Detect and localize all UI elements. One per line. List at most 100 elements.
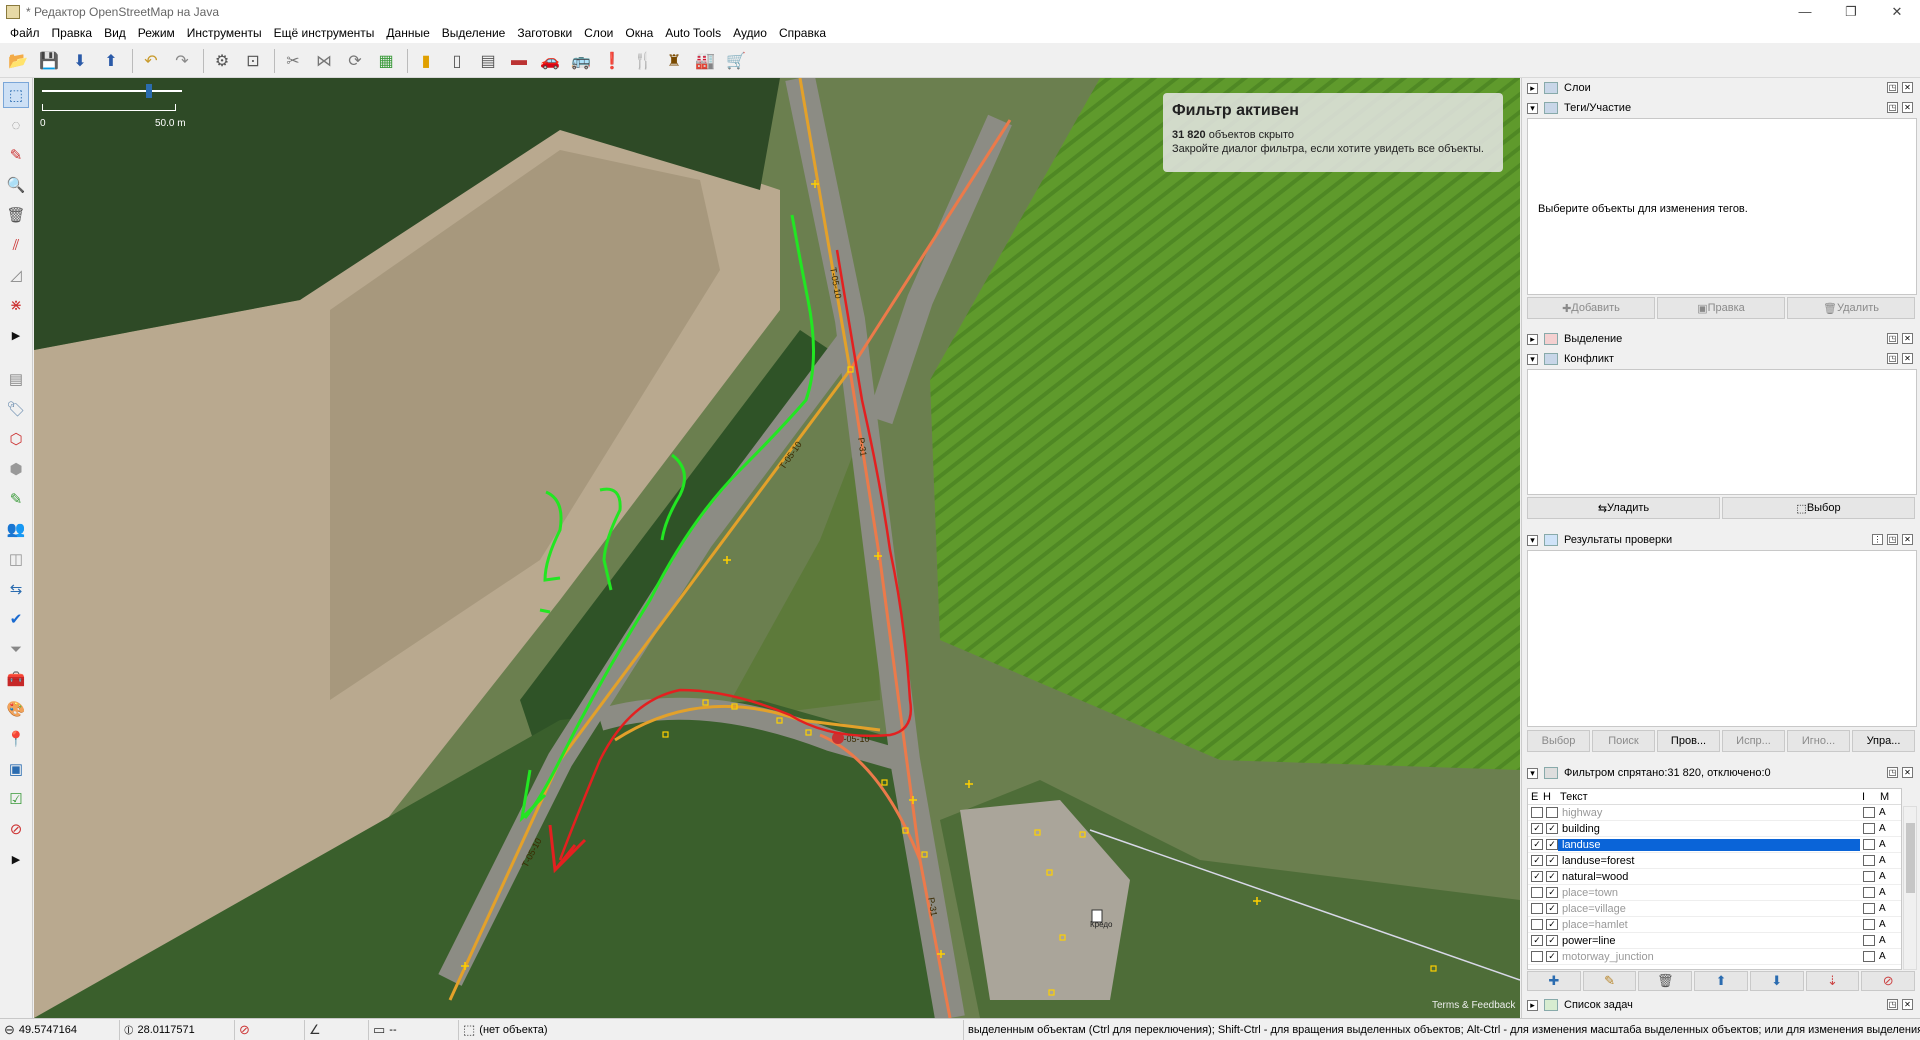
close-panel-icon[interactable]: ✕	[1902, 534, 1913, 545]
filter-toggle-icon[interactable]: ⏷	[3, 636, 29, 662]
close-panel-icon[interactable]: ✕	[1902, 102, 1913, 113]
menu-edit[interactable]: Правка	[46, 26, 99, 40]
layers-panel-header[interactable]: ▸ Слои ◳ ✕	[1527, 79, 1917, 97]
authors-toggle-icon[interactable]: 👥	[3, 516, 29, 542]
expand-icon[interactable]: ▸	[1527, 82, 1538, 94]
map-canvas[interactable]: Т-05-10 Т-05-10 Р-31 Т-05-10 Р-31 Т-05-1…	[34, 78, 1520, 1018]
draw-mode-icon[interactable]: ✎	[3, 142, 29, 168]
terms-link[interactable]: Terms & Feedback	[1432, 1000, 1515, 1011]
clear-filter-icon[interactable]: ⊘	[1861, 971, 1916, 991]
filter-inverted-checkbox[interactable]	[1863, 919, 1875, 930]
filter-row[interactable]: ✓ place=village A	[1528, 901, 1901, 917]
split-way-icon[interactable]: ✂	[279, 47, 307, 75]
filter-row[interactable]: highway A	[1528, 805, 1901, 821]
menu-windows[interactable]: Окна	[619, 26, 659, 40]
close-panel-icon[interactable]: ✕	[1902, 353, 1913, 364]
delete-tag-button[interactable]: 🗑 Удалить	[1787, 297, 1915, 319]
maximize-button[interactable]: ❐	[1828, 0, 1874, 23]
preset-road-icon[interactable]: ▮	[412, 47, 440, 75]
upload-icon[interactable]: ⬆	[97, 47, 125, 75]
filter-hidden-checkbox[interactable]: ✓	[1546, 951, 1558, 962]
preset-shop-icon[interactable]: 🛒	[722, 47, 750, 75]
filter-enabled-checkbox[interactable]	[1531, 903, 1543, 914]
validation-search-button[interactable]: Поиск	[1592, 730, 1655, 752]
filter-enabled-checkbox[interactable]: ✓	[1531, 855, 1543, 866]
collapse-icon[interactable]: ▾	[1527, 534, 1538, 546]
preset-factory-icon[interactable]: 🏭	[691, 47, 719, 75]
redo-icon[interactable]: ↷	[168, 47, 196, 75]
filter-inverted-checkbox[interactable]	[1863, 871, 1875, 882]
menu-auto-tools[interactable]: Auto Tools	[659, 26, 727, 40]
close-panel-icon[interactable]: ✕	[1902, 767, 1913, 778]
preset-bus-icon[interactable]: 🚌	[567, 47, 595, 75]
preset-wall-icon[interactable]: ▬	[505, 47, 533, 75]
preset-track-icon[interactable]: ▯	[443, 47, 471, 75]
detach-icon[interactable]: ◳	[1887, 333, 1898, 344]
detach-icon[interactable]: ◳	[1887, 102, 1898, 113]
close-button[interactable]: ✕	[1874, 0, 1920, 23]
filter-inverted-checkbox[interactable]	[1863, 935, 1875, 946]
menu-file[interactable]: Файл	[4, 26, 46, 40]
expand-tools-icon[interactable]: ▶	[3, 322, 29, 348]
menu-more-tools[interactable]: Ещё инструменты	[268, 26, 381, 40]
speed-toggle-icon[interactable]: ⊘	[3, 816, 29, 842]
close-panel-icon[interactable]: ✕	[1902, 82, 1913, 93]
filter-inverted-checkbox[interactable]	[1863, 807, 1875, 818]
tags-panel-header[interactable]: ▾ Теги/Участие ◳ ✕	[1527, 99, 1917, 117]
filter-row[interactable]: ✓ place=hamlet A	[1528, 917, 1901, 933]
minimize-button[interactable]: —	[1782, 0, 1828, 23]
todo-toggle-icon[interactable]: ☑	[3, 786, 29, 812]
validation-toggle-icon[interactable]: ✔	[3, 606, 29, 632]
layers-toggle-icon[interactable]: ▤	[3, 366, 29, 392]
validation-manage-button[interactable]: Упра...	[1852, 730, 1915, 752]
filter-enabled-checkbox[interactable]	[1531, 919, 1543, 930]
delete-mode-icon[interactable]: 🗑	[3, 202, 29, 228]
preset-traffic-icon[interactable]: ▤	[474, 47, 502, 75]
filter-hidden-checkbox[interactable]	[1546, 807, 1558, 818]
close-panel-icon[interactable]: ✕	[1902, 999, 1913, 1010]
map-paint-toggle-icon[interactable]: ▣	[3, 756, 29, 782]
selection-panel-header[interactable]: ▸ Выделение ◳ ✕	[1527, 330, 1917, 348]
menu-help[interactable]: Справка	[773, 26, 832, 40]
save-icon[interactable]: 💾	[35, 47, 63, 75]
collapse-icon[interactable]: ▾	[1527, 353, 1538, 365]
extrude-mode-icon[interactable]: ⋇	[3, 292, 29, 318]
menu-data[interactable]: Данные	[380, 26, 435, 40]
collapse-icon[interactable]: ▾	[1527, 102, 1538, 114]
simplify-icon[interactable]: ▦	[372, 47, 400, 75]
close-panel-icon[interactable]: ✕	[1902, 333, 1913, 344]
filter-row[interactable]: ✓ place=town A	[1528, 885, 1901, 901]
filter-enabled-checkbox[interactable]: ✓	[1531, 839, 1543, 850]
edit-filter-icon[interactable]: ✎	[1582, 971, 1637, 991]
relations-toggle-icon[interactable]: ⬢	[3, 456, 29, 482]
filter-hidden-checkbox[interactable]: ✓	[1546, 823, 1558, 834]
filter-enabled-checkbox[interactable]: ✓	[1531, 871, 1543, 882]
filter-scrollbar[interactable]	[1903, 806, 1917, 970]
validation-select-button[interactable]: Выбор	[1527, 730, 1590, 752]
notes-toggle-icon[interactable]: 📍	[3, 726, 29, 752]
improve-way-icon[interactable]: ◿	[3, 262, 29, 288]
filter-inverted-checkbox[interactable]	[1863, 887, 1875, 898]
reverse-way-icon[interactable]: ⟳	[341, 47, 369, 75]
menu-audio[interactable]: Аудио	[727, 26, 773, 40]
detach-icon[interactable]: ◳	[1887, 534, 1898, 545]
tasks-panel-header[interactable]: ▸ Список задач ◳ ✕	[1527, 996, 1917, 1014]
filter-inverted-checkbox[interactable]	[1863, 823, 1875, 834]
delete-filter-icon[interactable]: 🗑	[1638, 971, 1693, 991]
selection-toggle-icon[interactable]: ⬡	[3, 426, 29, 452]
expand-icon[interactable]: ▸	[1527, 333, 1538, 345]
history-toggle-icon[interactable]: ◫	[3, 546, 29, 572]
validation-check-button[interactable]: Пров...	[1657, 730, 1720, 752]
detach-icon[interactable]: ◳	[1887, 767, 1898, 778]
menu-presets[interactable]: Заготовки	[511, 26, 578, 40]
menu-tools[interactable]: Инструменты	[181, 26, 268, 40]
move-up-icon[interactable]: ⬆	[1694, 971, 1748, 991]
filter-hidden-checkbox[interactable]: ✓	[1546, 855, 1558, 866]
tags-toggle-icon[interactable]: 🏷	[3, 396, 29, 422]
resolve-conflict-button[interactable]: ⇆ Уладить	[1527, 497, 1720, 519]
plugins-toggle-icon[interactable]: 🧰	[3, 666, 29, 692]
filter-row[interactable]: ✓ ✓ natural=wood A	[1528, 869, 1901, 885]
preset-restaurant-icon[interactable]: 🍴	[629, 47, 657, 75]
filter-hidden-checkbox[interactable]: ✓	[1546, 839, 1558, 850]
scroll-thumb[interactable]	[1906, 823, 1915, 893]
